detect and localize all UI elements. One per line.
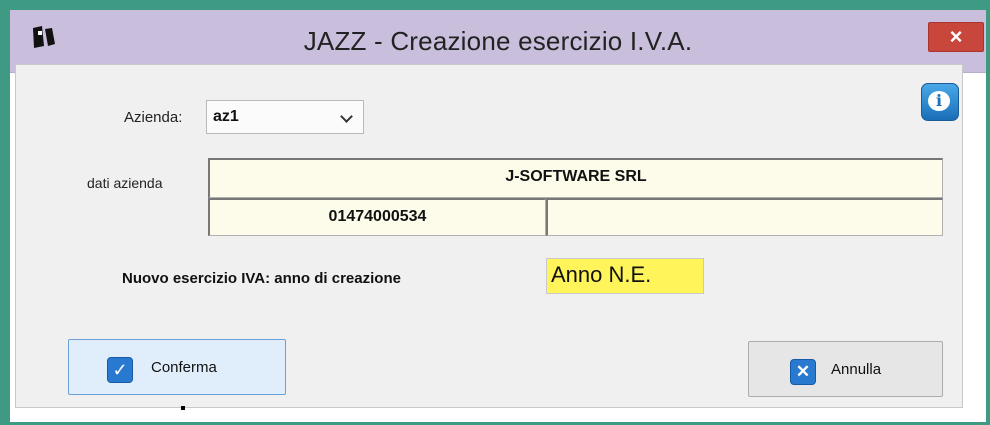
annulla-button[interactable]: ✕ Annulla (748, 341, 943, 397)
company-name-value: J-SOFTWARE SRL (505, 168, 647, 185)
company-name-field: J-SOFTWARE SRL (208, 158, 943, 198)
check-icon: ✓ (107, 357, 133, 383)
extra-info-field (546, 198, 943, 236)
conferma-label: Conferma (151, 359, 217, 376)
anno-input[interactable]: Anno N.E. (546, 258, 704, 294)
vat-number-field: 01474000534 (208, 198, 546, 236)
azienda-label: Azienda: (124, 109, 183, 126)
anno-value: Anno N.E. (551, 262, 652, 287)
info-button[interactable]: i (921, 83, 959, 121)
chevron-down-icon (340, 110, 353, 123)
stray-pixel-dot (181, 406, 185, 410)
annulla-label: Annulla (831, 361, 882, 378)
info-icon: i (928, 91, 950, 111)
vat-number-value: 01474000534 (328, 208, 427, 225)
dati-azienda-label: dati azienda (87, 175, 163, 191)
window-title: JAZZ - Creazione esercizio I.V.A. (303, 26, 693, 56)
nuovo-esercizio-label: Nuovo esercizio IVA: anno di creazione (122, 270, 401, 287)
conferma-button[interactable]: ✓ Conferma (68, 339, 286, 395)
azienda-select[interactable]: az1 (206, 100, 364, 134)
azienda-selected-value: az1 (213, 108, 239, 125)
close-icon: ✕ (790, 359, 816, 385)
close-button[interactable]: × (928, 22, 984, 52)
